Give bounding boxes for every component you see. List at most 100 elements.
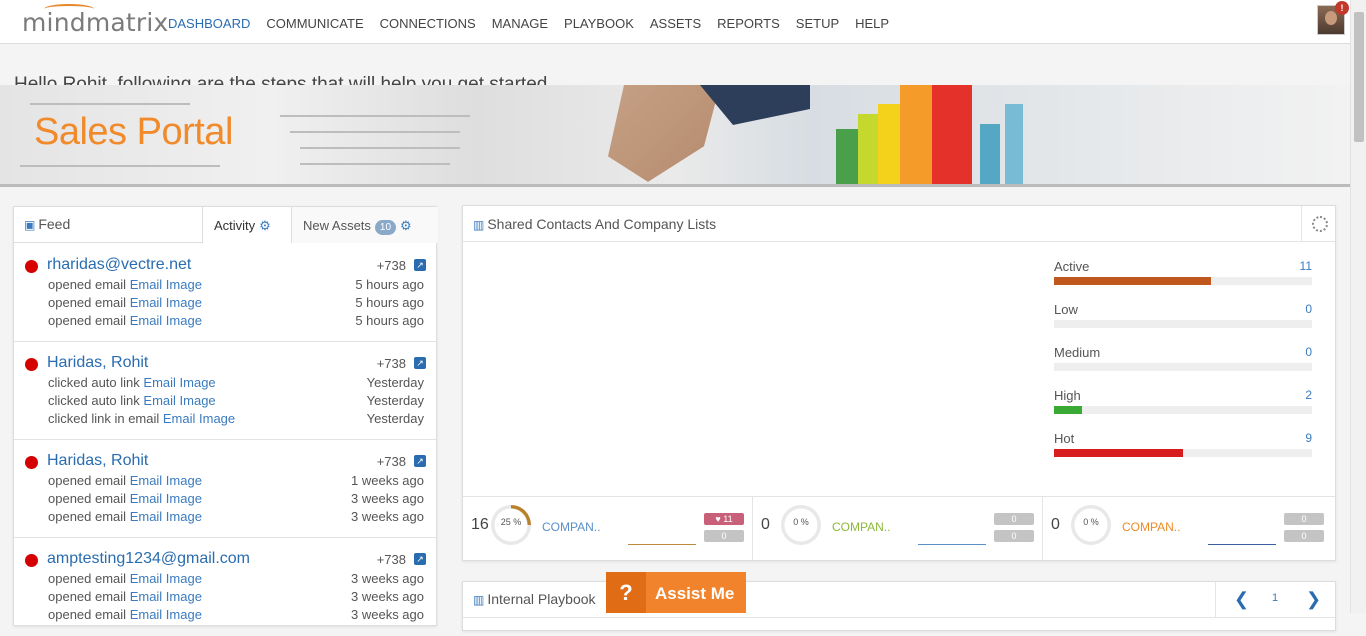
asset-link[interactable]: Email Image — [130, 491, 202, 506]
company-list-link[interactable]: COMPAN.. — [832, 520, 890, 534]
bar-value-link[interactable]: 0 — [1305, 345, 1312, 359]
percent-label: 0 % — [1083, 517, 1099, 527]
external-link-icon[interactable]: ↗ — [414, 357, 426, 369]
help-icon: ? — [606, 572, 646, 613]
feed-time: 5 hours ago — [355, 295, 424, 310]
bar-value-link[interactable]: 2 — [1305, 388, 1312, 402]
asset-link[interactable]: Email Image — [130, 509, 202, 524]
notification-badge[interactable]: ! — [1335, 1, 1349, 15]
asset-link[interactable]: Email Image — [130, 589, 202, 604]
bar-label: Active — [1054, 259, 1090, 274]
shared-contacts-title: Shared Contacts And Company Lists — [487, 216, 717, 232]
bar-track — [1054, 449, 1312, 457]
asset-link[interactable]: Email Image — [143, 393, 215, 408]
feed-title: ▣ Feed — [24, 216, 70, 232]
external-link-icon[interactable]: ↗ — [414, 259, 426, 271]
feed-time: 3 weeks ago — [351, 509, 424, 524]
nav-setup[interactable]: SETUP — [788, 0, 847, 44]
feed-item: rharidas@vectre.net +738 ↗ opened email … — [14, 244, 436, 342]
scroll-thumb[interactable] — [1354, 12, 1364, 142]
company-list-link[interactable]: COMPAN.. — [1122, 520, 1180, 534]
bar-chart-icon: ▥ — [473, 218, 485, 232]
nav-help[interactable]: HELP — [847, 0, 897, 44]
nav-playbook[interactable]: PLAYBOOK — [556, 0, 642, 44]
feed-contact-link[interactable]: rharidas@vectre.net — [47, 256, 191, 274]
internal-playbook-panel: ▥ Internal Playbook ❮ 1 ❯ — [462, 581, 1336, 631]
bar-value-link[interactable]: 9 — [1305, 431, 1312, 445]
assist-me-button[interactable]: ? Assist Me — [606, 572, 746, 613]
feed-action: clicked auto link — [48, 393, 140, 408]
asset-link[interactable]: Email Image — [130, 295, 202, 310]
trend-line — [1208, 544, 1276, 545]
company-list-link[interactable]: COMPAN.. — [542, 520, 600, 534]
nav-connections[interactable]: CONNECTIONS — [372, 0, 484, 44]
status-dot — [25, 358, 38, 371]
percent-label: 25 % — [500, 517, 522, 527]
bar-value-link[interactable]: 0 — [1305, 302, 1312, 316]
feed-action: opened email — [48, 295, 127, 310]
stat-count: 0 — [761, 516, 770, 533]
mindmatrix-logo[interactable]: mindmatrix — [22, 8, 169, 37]
banner-paper-line — [20, 165, 220, 167]
asset-link[interactable]: Email Image — [130, 571, 202, 586]
asset-link[interactable]: Email Image — [143, 375, 215, 390]
avatar-face — [1325, 11, 1337, 25]
stat-count: 0 — [1051, 516, 1060, 533]
feed-row: clicked link in email Email Image Yesterd… — [48, 411, 424, 426]
feed-contact-link[interactable]: amptesting1234@gmail.com — [47, 550, 250, 568]
tab-new-assets-label: New Assets — [303, 218, 371, 233]
loading-spinner-icon — [1312, 216, 1328, 232]
trend-line — [628, 544, 696, 545]
bar-label: Medium — [1054, 345, 1101, 360]
external-link-icon[interactable]: ↗ — [414, 553, 426, 565]
banner-bar-teal — [1005, 104, 1023, 184]
feed-contact-link[interactable]: Haridas, Rohit — [47, 452, 148, 470]
company-stat: 0 0 % COMPAN.. 0 0 — [1043, 497, 1333, 561]
page-scrollbar[interactable] — [1350, 0, 1366, 613]
nav-manage[interactable]: MANAGE — [484, 0, 556, 44]
asset-link[interactable]: Email Image — [130, 313, 202, 328]
feed-time: 1 weeks ago — [351, 473, 424, 488]
feed-time: Yesterday — [366, 411, 424, 426]
likes-pill: ♥ 11 — [704, 513, 744, 525]
chevron-right-icon[interactable]: ❯ — [1306, 589, 1321, 610]
nav-assets[interactable]: ASSETS — [642, 0, 709, 44]
feed-row: opened email Email Image 3 weeks ago — [48, 491, 424, 506]
asset-link[interactable]: Email Image — [130, 473, 202, 488]
banner-hand-image — [608, 85, 720, 182]
banner-bar-red — [932, 85, 972, 184]
feed-action: opened email — [48, 313, 127, 328]
nav-dashboard[interactable]: DASHBOARD — [160, 0, 258, 44]
nav-reports[interactable]: REPORTS — [709, 0, 788, 44]
asset-link[interactable]: Email Image — [163, 411, 235, 426]
gear-icon[interactable]: ⚙ — [400, 218, 412, 233]
feed-action: opened email — [48, 277, 127, 292]
tab-activity[interactable]: Activity ⚙ — [202, 207, 291, 244]
tab-activity-label: Activity — [214, 218, 256, 233]
asset-link[interactable]: Email Image — [130, 277, 202, 292]
chevron-left-icon[interactable]: ❮ — [1234, 589, 1249, 610]
playbook-title: Internal Playbook — [487, 591, 596, 607]
external-link-icon[interactable]: ↗ — [414, 455, 426, 467]
gear-icon[interactable]: ⚙ — [259, 218, 271, 233]
tab-new-assets[interactable]: New Assets 10 ⚙ — [291, 207, 438, 243]
feed-row: opened email Email Image 5 hours ago — [48, 295, 424, 310]
feed-contact-link[interactable]: Haridas, Rohit — [47, 354, 148, 372]
status-dot — [25, 554, 38, 567]
count-pill: 0 — [1284, 530, 1324, 542]
refresh-control[interactable] — [1301, 206, 1335, 242]
page-number[interactable]: 1 — [1272, 592, 1278, 604]
asset-link[interactable]: Email Image — [130, 607, 202, 622]
feed-title-label: Feed — [38, 216, 71, 232]
likes-pill: 0 — [1284, 513, 1324, 525]
banner-paper-line — [300, 147, 460, 149]
bar-label: Low — [1054, 302, 1078, 317]
feed-action: clicked link in email — [48, 411, 160, 426]
bar-value-link[interactable]: 11 — [1300, 259, 1312, 273]
bar-track — [1054, 320, 1312, 328]
percent-ring: 0 % — [781, 505, 821, 545]
nav-communicate[interactable]: COMMUNICATE — [258, 0, 371, 44]
bar-track — [1054, 277, 1312, 285]
status-dot — [25, 260, 38, 273]
stat-count: 16 — [471, 516, 489, 533]
